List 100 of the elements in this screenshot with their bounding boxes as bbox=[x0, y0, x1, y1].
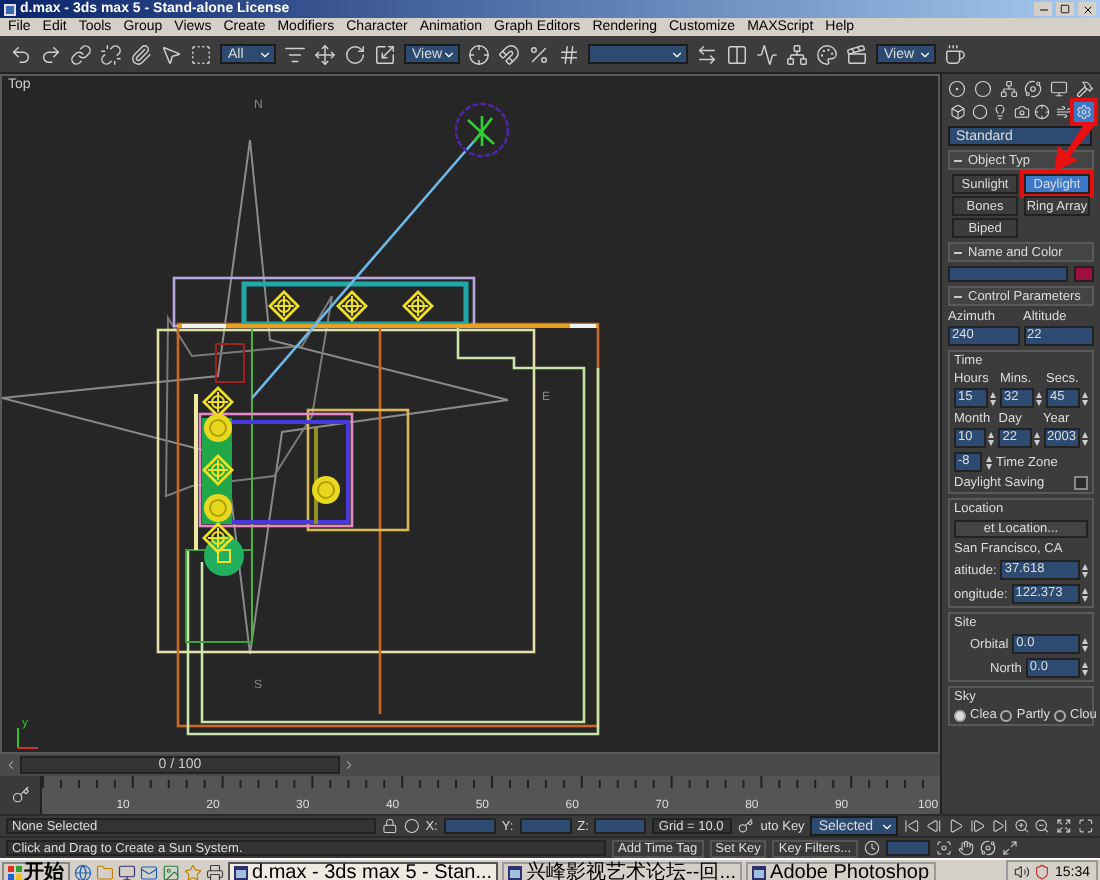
graph-icon[interactable] bbox=[756, 43, 778, 65]
windows-logo-icon bbox=[8, 865, 22, 879]
crosshair-icon[interactable] bbox=[468, 43, 490, 65]
clapperboard-icon[interactable] bbox=[846, 43, 868, 65]
zoom-out-icon[interactable] bbox=[1034, 818, 1051, 834]
radio-button[interactable] bbox=[954, 709, 966, 721]
mail-icon[interactable] bbox=[140, 863, 158, 880]
caret-icon bbox=[258, 47, 272, 61]
circle-icon[interactable] bbox=[403, 818, 420, 834]
monitor-icon[interactable] bbox=[1050, 79, 1069, 97]
coordinate-field[interactable] bbox=[519, 818, 572, 834]
collapse-icon bbox=[954, 157, 962, 163]
window-icon bbox=[234, 865, 248, 879]
collapse-icon bbox=[954, 249, 962, 255]
shield-icon[interactable] bbox=[1034, 864, 1051, 880]
cursor-icon[interactable] bbox=[160, 43, 182, 65]
minimize-icon bbox=[1037, 3, 1049, 15]
name-field[interactable] bbox=[948, 266, 1068, 282]
hand-icon[interactable] bbox=[957, 840, 974, 856]
redo-icon[interactable] bbox=[40, 43, 62, 65]
coordinate-field[interactable] bbox=[443, 818, 496, 834]
clock-icon[interactable] bbox=[863, 840, 880, 856]
ring-icon[interactable] bbox=[973, 79, 992, 97]
link-icon[interactable] bbox=[70, 43, 92, 65]
hash-icon[interactable] bbox=[558, 43, 580, 65]
caret-icon bbox=[442, 47, 456, 61]
category-tab[interactable] bbox=[948, 102, 968, 122]
focus-icon[interactable] bbox=[935, 840, 952, 856]
caret-icon bbox=[918, 47, 932, 61]
caret-icon bbox=[880, 819, 895, 833]
lightbulb-icon bbox=[992, 104, 1008, 120]
wind-icon bbox=[1055, 104, 1071, 120]
image-icon[interactable] bbox=[162, 863, 180, 880]
monitor-icon[interactable] bbox=[118, 863, 136, 880]
checkbox[interactable] bbox=[1074, 476, 1088, 490]
palette-icon[interactable] bbox=[816, 43, 838, 65]
rotate-icon[interactable] bbox=[344, 43, 366, 65]
crosshair-icon bbox=[1034, 104, 1050, 120]
chevron-left-icon[interactable] bbox=[4, 758, 18, 772]
paperclip-icon[interactable] bbox=[130, 43, 152, 65]
network-icon[interactable] bbox=[786, 43, 808, 65]
close-button[interactable] bbox=[1078, 2, 1096, 16]
hammer-icon[interactable] bbox=[1075, 79, 1094, 97]
circle-icon bbox=[971, 104, 987, 120]
key-icon[interactable] bbox=[11, 786, 29, 804]
dashed-square-icon[interactable] bbox=[190, 43, 212, 65]
window-icon bbox=[508, 865, 523, 879]
maximize-button[interactable] bbox=[1056, 2, 1074, 16]
expand-icon[interactable] bbox=[1056, 818, 1073, 834]
list-filter-icon[interactable] bbox=[284, 43, 306, 65]
radio-button[interactable] bbox=[1054, 709, 1066, 721]
teapot-icon[interactable] bbox=[944, 43, 966, 65]
app-icon bbox=[4, 3, 16, 15]
taskbar-task[interactable]: 兴峰影视艺术论坛--回... bbox=[502, 861, 743, 880]
taskbar-task[interactable]: d.max - 3ds max 5 - Stan... bbox=[228, 861, 499, 880]
unlink-icon[interactable] bbox=[100, 43, 122, 65]
axis-tripod-icon bbox=[17, 727, 39, 749]
maximize-icon[interactable] bbox=[1001, 840, 1018, 856]
skip-forward-icon[interactable] bbox=[991, 818, 1008, 834]
zoom-in-icon[interactable] bbox=[1013, 818, 1029, 834]
collapse-icon bbox=[954, 293, 962, 299]
color-swatch[interactable] bbox=[1074, 266, 1094, 282]
start-button[interactable]: 开始 bbox=[2, 861, 70, 880]
percent-icon[interactable] bbox=[528, 43, 550, 65]
step-back-icon[interactable] bbox=[926, 818, 942, 834]
category-tab[interactable] bbox=[1032, 102, 1052, 122]
caret-icon bbox=[670, 47, 684, 61]
maximize-icon[interactable] bbox=[1078, 818, 1094, 834]
category-tab[interactable] bbox=[1011, 102, 1031, 122]
mirror-icon[interactable] bbox=[696, 43, 718, 65]
target-icon[interactable] bbox=[948, 79, 966, 97]
printer-icon[interactable] bbox=[206, 863, 224, 880]
magnet-icon[interactable] bbox=[498, 43, 520, 65]
orbit-icon[interactable] bbox=[1024, 79, 1043, 97]
coordinate-field[interactable] bbox=[594, 818, 647, 834]
maximize-icon bbox=[1060, 4, 1070, 14]
key-icon[interactable] bbox=[738, 818, 755, 834]
spinner-icon[interactable] bbox=[986, 455, 992, 469]
undo-icon[interactable] bbox=[10, 43, 32, 65]
scale-icon[interactable] bbox=[374, 43, 396, 65]
hierarchy-icon[interactable] bbox=[999, 79, 1018, 97]
skip-back-icon[interactable] bbox=[904, 818, 921, 834]
category-tab[interactable] bbox=[969, 102, 989, 122]
play-icon[interactable] bbox=[948, 818, 964, 834]
settings-icon bbox=[1076, 104, 1092, 120]
columns-icon[interactable] bbox=[726, 43, 748, 65]
category-tab[interactable] bbox=[1053, 102, 1073, 122]
radio-button[interactable] bbox=[1000, 709, 1013, 721]
minimize-button[interactable] bbox=[1034, 2, 1052, 16]
orbit-icon[interactable] bbox=[979, 840, 996, 856]
chevron-right-icon[interactable] bbox=[342, 758, 356, 772]
lock-icon[interactable] bbox=[382, 818, 398, 834]
step-forward-icon[interactable] bbox=[969, 818, 986, 834]
globe-icon[interactable] bbox=[74, 863, 92, 880]
category-tab[interactable] bbox=[990, 102, 1010, 122]
frame-field[interactable] bbox=[885, 840, 930, 856]
move-icon[interactable] bbox=[314, 43, 336, 65]
close-icon bbox=[1081, 3, 1093, 15]
star-icon[interactable] bbox=[184, 863, 202, 880]
speaker-icon[interactable] bbox=[1014, 864, 1031, 880]
